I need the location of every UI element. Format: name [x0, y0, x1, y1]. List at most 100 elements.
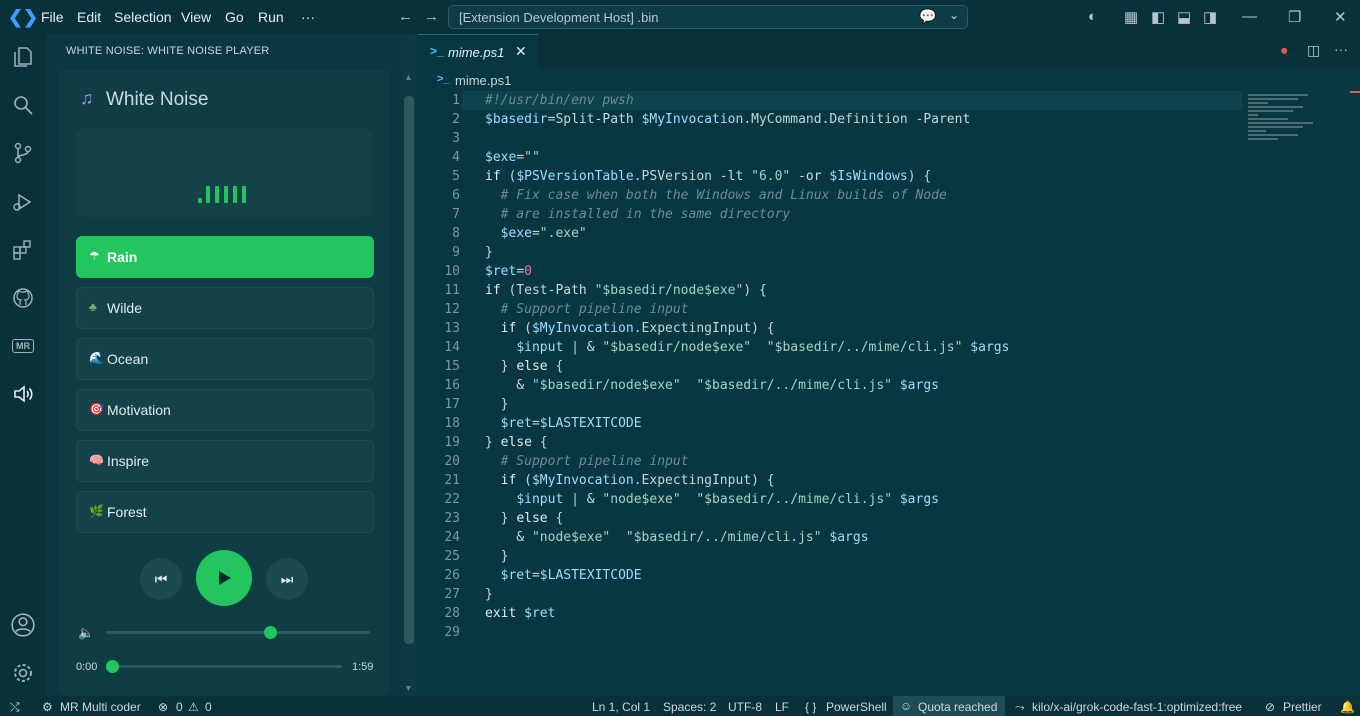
- indentation[interactable]: Spaces: 2: [663, 700, 716, 714]
- search-icon[interactable]: [8, 90, 38, 120]
- play-button[interactable]: [196, 550, 252, 606]
- code-line[interactable]: & "$basedir/node$exe" "$basedir/../mime/…: [485, 378, 939, 393]
- menu-edit[interactable]: Edit: [77, 9, 101, 25]
- notifications-icon[interactable]: 🔔: [1340, 700, 1355, 714]
- toggle-panel-icon[interactable]: ⬓: [1177, 8, 1191, 26]
- toggle-secondary-sidebar-icon[interactable]: ◨: [1203, 8, 1217, 26]
- line-number: 15: [444, 359, 460, 374]
- code-line[interactable]: if ($MyInvocation.ExpectingInput) {: [485, 473, 775, 488]
- line-number: 27: [444, 587, 460, 602]
- track-forest-button[interactable]: 🌿 Forest: [76, 491, 374, 533]
- encoding[interactable]: UTF-8: [728, 700, 762, 714]
- prettier-status[interactable]: Prettier: [1283, 700, 1322, 714]
- volume-slider[interactable]: [106, 626, 370, 639]
- volume-thumb[interactable]: [263, 626, 277, 639]
- breadcrumb[interactable]: mime.ps1: [455, 73, 511, 88]
- code-line[interactable]: } else {: [485, 435, 548, 450]
- menu-selection[interactable]: Selection: [114, 9, 172, 25]
- menu-run[interactable]: Run: [258, 9, 284, 25]
- code-line[interactable]: }: [485, 587, 493, 602]
- menu-more[interactable]: ···: [301, 9, 315, 25]
- white-noise-speaker-icon[interactable]: [8, 379, 38, 409]
- code-line[interactable]: & "node$exe" "$basedir/../mime/cli.js" $…: [485, 530, 868, 545]
- code-line[interactable]: if (Test-Path "$basedir/node$exe") {: [485, 283, 767, 298]
- code-line[interactable]: # Support pipeline input: [485, 454, 689, 469]
- nav-forward-icon[interactable]: →: [424, 8, 439, 25]
- track-wilde-button[interactable]: ♣ Wilde: [76, 287, 374, 329]
- code-line[interactable]: $ret=$LASTEXITCODE: [485, 568, 642, 583]
- warnings-count[interactable]: 0: [205, 700, 212, 714]
- chevron-down-icon[interactable]: ⌄: [949, 8, 959, 22]
- minimize-icon[interactable]: —: [1242, 8, 1257, 25]
- track-motivation-button[interactable]: 🎯 Motivation: [76, 389, 374, 431]
- menu-go[interactable]: Go: [225, 9, 244, 25]
- record-icon[interactable]: ⏺: [1281, 43, 1288, 59]
- explorer-icon[interactable]: [8, 42, 38, 72]
- minimap[interactable]: [1248, 92, 1322, 148]
- accounts-badge-icon[interactable]: ◐: [1088, 8, 1097, 25]
- scroll-up-icon[interactable]: ▲: [404, 72, 413, 82]
- nav-back-icon[interactable]: ←: [398, 8, 413, 25]
- code-line[interactable]: } else {: [485, 359, 564, 374]
- code-line[interactable]: }: [485, 549, 509, 564]
- track-inspire-button[interactable]: 🧠 Inspire: [76, 440, 374, 482]
- scroll-down-icon[interactable]: ▼: [404, 683, 413, 693]
- github-icon[interactable]: [8, 283, 38, 313]
- code-line[interactable]: # Support pipeline input: [485, 302, 689, 317]
- code-line[interactable]: $ret=$LASTEXITCODE: [485, 416, 642, 431]
- code-line[interactable]: # are installed in the same directory: [485, 207, 791, 222]
- code-line[interactable]: exit $ret: [485, 606, 555, 621]
- gear-icon[interactable]: [8, 658, 38, 688]
- code-line[interactable]: }: [485, 397, 509, 412]
- code-line[interactable]: $exe=".exe": [485, 226, 587, 241]
- source-control-icon[interactable]: [8, 138, 38, 168]
- sidebar-scrollbar[interactable]: [404, 96, 414, 644]
- error-icon: ⊗: [158, 700, 169, 714]
- run-debug-icon[interactable]: [8, 187, 38, 217]
- progress-thumb[interactable]: [106, 660, 119, 673]
- close-tab-icon[interactable]: ✕: [515, 43, 527, 60]
- more-actions-icon[interactable]: ···: [1334, 41, 1348, 57]
- code-line[interactable]: $basedir=Split-Path $MyInvocation.MyComm…: [485, 112, 970, 127]
- mr-icon[interactable]: MR: [8, 331, 38, 361]
- quota-status[interactable]: ☺ Quota reached: [893, 696, 1005, 716]
- menu-view[interactable]: View: [181, 9, 211, 25]
- end-of-line[interactable]: LF: [775, 700, 789, 714]
- chat-icon[interactable]: 💬: [919, 8, 936, 25]
- code-line[interactable]: #!/usr/bin/env pwsh: [485, 93, 634, 108]
- track-rain-button[interactable]: ☂ Rain: [76, 236, 374, 278]
- code-line[interactable]: if ($MyInvocation.ExpectingInput) {: [485, 321, 775, 336]
- toggle-primary-sidebar-icon[interactable]: ◧: [1151, 8, 1165, 26]
- code-line[interactable]: $input | & "$basedir/node$exe" "$basedir…: [485, 340, 1009, 355]
- code-line[interactable]: } else {: [485, 511, 564, 526]
- tab-mime-ps1[interactable]: >_ mime.ps1 ✕: [418, 34, 538, 70]
- language-mode[interactable]: PowerShell: [826, 700, 887, 714]
- model-name[interactable]: kilo/x-ai/grok-code-fast-1:optimized:fre…: [1032, 700, 1242, 714]
- accounts-icon[interactable]: [8, 610, 38, 640]
- previous-button[interactable]: ⏮: [140, 558, 182, 600]
- visualizer-bar: [233, 186, 237, 203]
- code-line[interactable]: $exe="": [485, 150, 540, 165]
- track-label: Motivation: [107, 402, 171, 418]
- brain-icon: 🧠: [89, 453, 104, 467]
- status-mr-multi-coder[interactable]: MR Multi coder: [60, 700, 141, 714]
- code-line[interactable]: # Fix case when both the Windows and Lin…: [485, 188, 947, 203]
- progress-slider[interactable]: [106, 660, 342, 673]
- extensions-icon[interactable]: [8, 235, 38, 265]
- code-line[interactable]: $input | & "node$exe" "$basedir/../mime/…: [485, 492, 939, 507]
- line-number: 18: [444, 416, 460, 431]
- code-line[interactable]: if ($PSVersionTable.PSVersion -lt "6.0" …: [485, 169, 931, 184]
- cursor-position[interactable]: Ln 1, Col 1: [592, 700, 650, 714]
- menu-file[interactable]: File: [41, 9, 64, 25]
- remote-icon[interactable]: ⤭: [10, 700, 20, 715]
- restore-icon[interactable]: ❐: [1288, 8, 1301, 26]
- command-center[interactable]: [Extension Development Host] .bin 💬 ⌄: [448, 5, 968, 29]
- code-line[interactable]: $ret=0: [485, 264, 532, 279]
- track-ocean-button[interactable]: 🌊 Ocean: [76, 338, 374, 380]
- close-window-icon[interactable]: ✕: [1334, 8, 1347, 26]
- split-editor-icon[interactable]: ◫: [1307, 42, 1320, 59]
- problems-count[interactable]: 0: [176, 700, 183, 714]
- layout-customize-icon[interactable]: ▦: [1124, 8, 1138, 26]
- next-button[interactable]: ⏭: [266, 558, 308, 600]
- code-line[interactable]: }: [485, 245, 493, 260]
